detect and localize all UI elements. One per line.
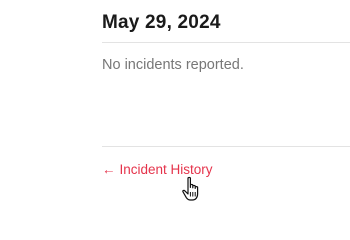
incident-history-label: Incident History [119,162,213,177]
date-heading: May 29, 2024 [102,12,221,33]
date-divider [102,42,350,43]
left-arrow-icon: ← [102,162,116,177]
incident-history-link[interactable]: ← Incident History [102,162,213,177]
no-incidents-message: No incidents reported. [102,57,244,73]
footer-divider [102,146,350,147]
status-day-section: May 29, 2024 No incidents reported. ← Inc… [0,0,350,223]
